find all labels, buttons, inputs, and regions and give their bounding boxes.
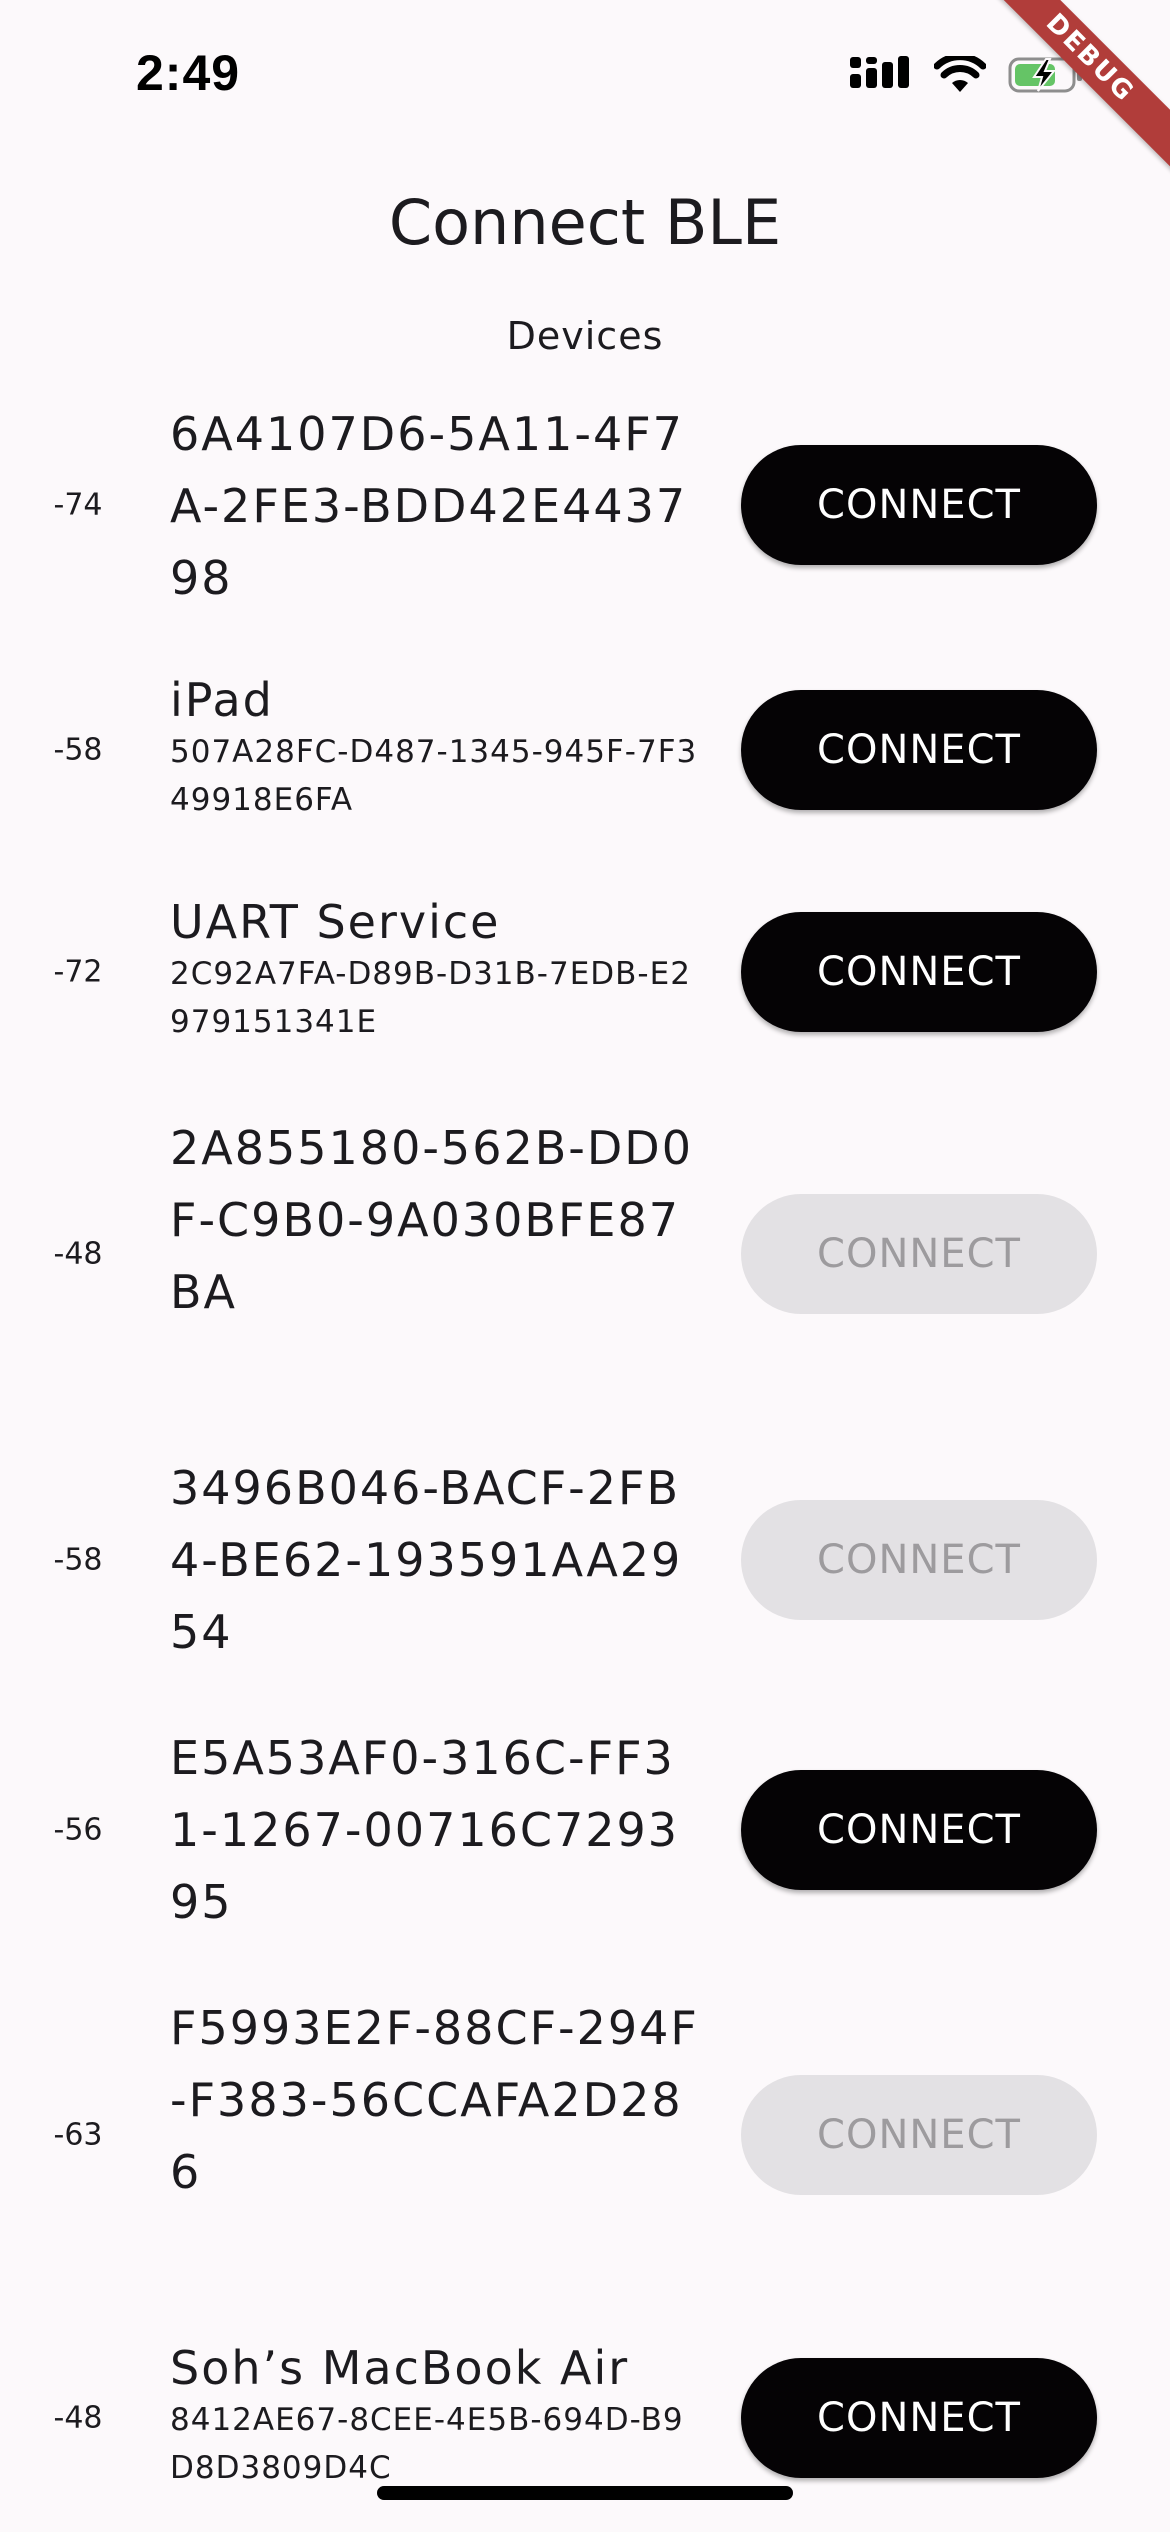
device-rssi: -72 bbox=[53, 954, 103, 990]
status-time: 2:49 bbox=[136, 45, 241, 101]
device-name: 3496B046-BACF-2FB4-BE62-193591AA2954 bbox=[170, 1461, 683, 1659]
device-rssi: -74 bbox=[53, 487, 103, 523]
connect-button[interactable]: CONNECT bbox=[741, 1500, 1097, 1620]
device-id: 2C92A7FA-D89B-D31B-7EDB-E2979151341E bbox=[170, 956, 691, 1040]
device-rssi: -56 bbox=[53, 1812, 103, 1848]
devices-section-title: Devices bbox=[506, 314, 664, 358]
device-id: 507A28FC-D487-1345-945F-7F349918E6FA bbox=[170, 734, 698, 818]
device-name: Soh’s MacBook Air bbox=[170, 2341, 630, 2395]
device-rssi: -58 bbox=[53, 1542, 103, 1578]
connect-button[interactable]: CONNECT bbox=[741, 690, 1097, 810]
connect-button[interactable]: CONNECT bbox=[741, 2358, 1097, 2478]
device-rssi: -48 bbox=[53, 2400, 103, 2436]
connect-button[interactable]: CONNECT bbox=[741, 1770, 1097, 1890]
connect-button[interactable]: CONNECT bbox=[741, 445, 1097, 565]
device-name: iPad bbox=[170, 673, 274, 727]
device-name: 2A855180-562B-DD0F-C9B0-9A030BFE87BA bbox=[170, 1121, 693, 1319]
device-rssi: -63 bbox=[53, 2117, 103, 2153]
status-icons bbox=[850, 52, 1084, 102]
device-name: F5993E2F-88CF-294F-F383-56CCAFA2D286 bbox=[170, 2001, 699, 2199]
connect-button[interactable]: CONNECT bbox=[741, 2075, 1097, 2195]
home-indicator[interactable] bbox=[377, 2486, 793, 2500]
connect-button[interactable]: CONNECT bbox=[741, 1194, 1097, 1314]
device-name: 6A4107D6-5A11-4F7A-2FE3-BDD42E443798 bbox=[170, 407, 688, 605]
device-rssi: -48 bbox=[53, 1236, 103, 1272]
device-id: 8412AE67-8CEE-4E5B-694D-B9D8D3809D4C bbox=[170, 2402, 684, 2486]
cellular-signal-icon bbox=[850, 56, 912, 98]
connect-button[interactable]: CONNECT bbox=[741, 912, 1097, 1032]
page-title: Connect BLE bbox=[388, 186, 782, 259]
device-name: E5A53AF0-316C-FF31-1267-00716C729395 bbox=[170, 1731, 680, 1929]
device-rssi: -58 bbox=[53, 732, 103, 768]
wifi-icon bbox=[933, 53, 987, 98]
device-name: UART Service bbox=[170, 895, 501, 949]
